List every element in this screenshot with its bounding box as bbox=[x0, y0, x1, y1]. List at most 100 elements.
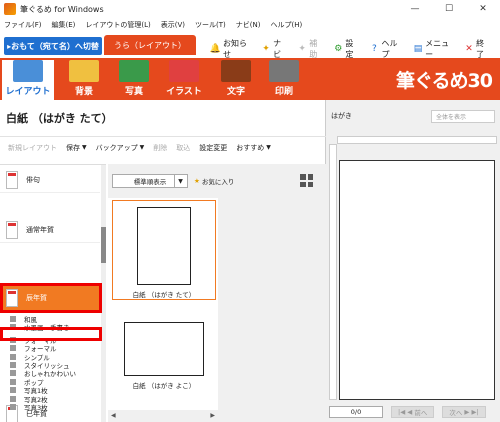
layout-thumbnail[interactable]: 白紙 （はがき よこ） bbox=[112, 308, 216, 408]
ribbon-label: レイアウト bbox=[5, 87, 51, 97]
layout-pane: 白紙 （はがき たて） 新規レイアウト 保存 ▼ バックアップ ▼ 削除 取込 設定変更 おすす… bbox=[0, 100, 326, 422]
scroll-left-icon[interactable]: ◀ bbox=[111, 412, 116, 419]
ribbon-label: 写真 bbox=[124, 87, 143, 97]
toplink-bell[interactable]: 🔔 お知らせ bbox=[210, 38, 252, 60]
menu-edit[interactable]: 編集(E) bbox=[52, 20, 76, 30]
text-icon bbox=[221, 60, 251, 82]
mode-tab-row: ▸おもて（宛て名）へ切替 うら（レイアウト） 🔔 お知らせ ✦ ナビ ✦ 補助 ⚙ 設定? ヘル… bbox=[0, 32, 500, 60]
highlight-formal-item bbox=[0, 327, 102, 341]
next-label: 次へ bbox=[449, 409, 463, 417]
scroll-right-icon[interactable]: ▶ bbox=[210, 412, 215, 419]
favorite-filter[interactable]: ★ お気に入り bbox=[194, 174, 234, 188]
toplink-label: 設定 bbox=[345, 39, 354, 59]
toplink-assist: ✦ 補助 bbox=[297, 38, 324, 60]
toolbar-label: 設定変更 bbox=[199, 143, 228, 152]
ribbon-photo[interactable]: 写真 bbox=[108, 60, 160, 100]
subcategory-item[interactable]: 写真3枚 bbox=[0, 401, 100, 413]
window-title: 筆ぐるめ for Windows bbox=[20, 4, 104, 14]
toplink-menu[interactable]: ▤ メニュー bbox=[413, 38, 455, 60]
menu-bar: ファイル(F) 編集(E) レイアウトの管理(L) 表示(V) ツール(T) ナ… bbox=[0, 18, 500, 32]
toolbar-label: 保存 bbox=[66, 143, 80, 152]
layout-icon bbox=[13, 60, 43, 82]
toolbar-button[interactable]: バックアップ ▼ bbox=[96, 143, 145, 153]
category-item[interactable]: 俳句 bbox=[0, 167, 100, 193]
window-controls: — ☐ ✕ bbox=[398, 0, 500, 18]
paper-preview bbox=[124, 322, 204, 376]
prev-page-button[interactable]: |◀ ◀ 前へ bbox=[391, 406, 435, 418]
toolbar-button: 新規レイアウト bbox=[8, 143, 57, 153]
menu-file[interactable]: ファイル(F) bbox=[4, 20, 42, 30]
ribbon-label: 背景 bbox=[74, 87, 93, 97]
preview-pane: はがき 全体を表示 0/0 |◀ ◀ 前へ 次へ ▶ ▶| bbox=[327, 100, 500, 422]
category-list: 俳句 通常年賀 辰年賀 巳年賀 和風 水墨画・手書き フォーマル フォーマル シンプル スタイリッ… bbox=[0, 164, 106, 422]
paper-preview bbox=[137, 207, 191, 285]
ribbon-background[interactable]: 背景 bbox=[58, 60, 110, 100]
toolbar-label: 取込 bbox=[176, 143, 191, 152]
toplink-label: ナビ bbox=[273, 39, 282, 59]
ribbon-label: イラスト bbox=[166, 87, 202, 97]
category-item[interactable]: 通常年賀 bbox=[0, 217, 100, 243]
tab-omote-switch[interactable]: ▸おもて（宛て名）へ切替 bbox=[4, 37, 102, 55]
ribbon-printer[interactable]: 印刷 bbox=[258, 60, 310, 100]
gear-icon: ⚙ bbox=[334, 44, 343, 54]
ruler-vertical bbox=[329, 144, 337, 400]
menu-view[interactable]: 表示(V) bbox=[161, 20, 185, 30]
page-title: 白紙 （はがき たて） bbox=[6, 112, 113, 125]
top-links: 🔔 お知らせ ✦ ナビ ✦ 補助 ⚙ 設定? ヘルプ ▤ メニュー ✕ 終了 bbox=[210, 38, 500, 60]
chevron-down-icon[interactable]: ▼ bbox=[174, 174, 186, 188]
exit-icon: ✕ bbox=[465, 44, 473, 54]
close-button[interactable]: ✕ bbox=[466, 0, 500, 18]
favorite-label: お気に入り bbox=[201, 178, 235, 186]
toolbar-button[interactable]: 設定変更 bbox=[199, 143, 227, 153]
toplink-label: 終了 bbox=[476, 39, 485, 59]
toplink-gear[interactable]: ⚙ 設定 bbox=[333, 38, 360, 60]
toolbar-button[interactable]: おすすめ ▼ bbox=[236, 143, 271, 153]
photo-icon bbox=[119, 60, 149, 82]
maximize-button[interactable]: ☐ bbox=[432, 0, 466, 18]
toolbar-label: おすすめ bbox=[236, 143, 265, 152]
menu-navi[interactable]: ナビ(N) bbox=[236, 20, 261, 30]
toplink-help[interactable]: ? ヘルプ bbox=[369, 38, 404, 60]
printer-icon bbox=[269, 60, 299, 82]
navi-icon: ✦ bbox=[262, 44, 270, 54]
tab-ura-layout[interactable]: うら（レイアウト） bbox=[104, 35, 196, 55]
ribbon-label: 文字 bbox=[226, 87, 245, 97]
illustration-icon bbox=[169, 60, 199, 82]
postcard-canvas[interactable] bbox=[339, 160, 495, 400]
chevron-down-icon: ▼ bbox=[266, 144, 271, 151]
next-page-button[interactable]: 次へ ▶ ▶| bbox=[442, 406, 486, 418]
menu-tools[interactable]: ツール(T) bbox=[195, 20, 226, 30]
last-page-icon: ▶ ▶| bbox=[464, 408, 479, 416]
toplink-exit[interactable]: ✕ 終了 bbox=[464, 38, 491, 60]
minimize-button[interactable]: — bbox=[398, 0, 432, 18]
ribbon-text[interactable]: 文字 bbox=[210, 60, 262, 100]
ribbon-layout[interactable]: レイアウト bbox=[2, 60, 54, 100]
toolbar-label: 削除 bbox=[153, 143, 168, 152]
toolbar-label: バックアップ bbox=[95, 143, 138, 152]
menu-help[interactable]: ヘルプ(H) bbox=[270, 20, 302, 30]
toplink-label: 補助 bbox=[309, 39, 318, 59]
chevron-down-icon: ▼ bbox=[82, 144, 87, 151]
chevron-down-icon: ▼ bbox=[139, 144, 145, 151]
zoom-select[interactable]: 全体を表示 bbox=[431, 110, 495, 123]
ribbon-illustration[interactable]: イラスト bbox=[158, 60, 210, 100]
toolbar-button[interactable]: 保存 ▼ bbox=[66, 143, 87, 153]
category-label: 通常年賀 bbox=[26, 225, 54, 234]
help-icon: ? bbox=[371, 44, 377, 54]
toplink-navi[interactable]: ✦ ナビ bbox=[261, 38, 288, 60]
thumbnail-pane: 標準順表示 ▼ ★ お気に入り 白紙 （はがき たて） 白紙 （はがき よこ） ◀… bbox=[108, 164, 326, 422]
assist-icon: ✦ bbox=[298, 44, 306, 54]
thumbnail-label: 白紙 （はがき よこ） bbox=[132, 382, 196, 390]
thumbnail-list: 白紙 （はがき たて） 白紙 （はがき よこ） bbox=[108, 198, 218, 410]
menu-layout-manage[interactable]: レイアウトの管理(L) bbox=[85, 20, 150, 30]
category-scroll-thumb[interactable] bbox=[101, 227, 106, 263]
category-label: 俳句 bbox=[26, 175, 40, 184]
toplink-label: お知らせ bbox=[223, 39, 247, 59]
thumbnail-hscroll[interactable]: ◀ ▶ bbox=[108, 410, 218, 420]
toolbar-button: 取込 bbox=[176, 143, 190, 153]
title-bar: 筆ぐるめ for Windows — ☐ ✕ bbox=[0, 0, 500, 18]
grid-view-icon[interactable] bbox=[300, 174, 313, 187]
thumbnail-label: 白紙 （はがき たて） bbox=[132, 291, 196, 299]
menu-icon: ▤ bbox=[413, 44, 423, 54]
layout-thumbnail[interactable]: 白紙 （はがき たて） bbox=[112, 200, 216, 300]
